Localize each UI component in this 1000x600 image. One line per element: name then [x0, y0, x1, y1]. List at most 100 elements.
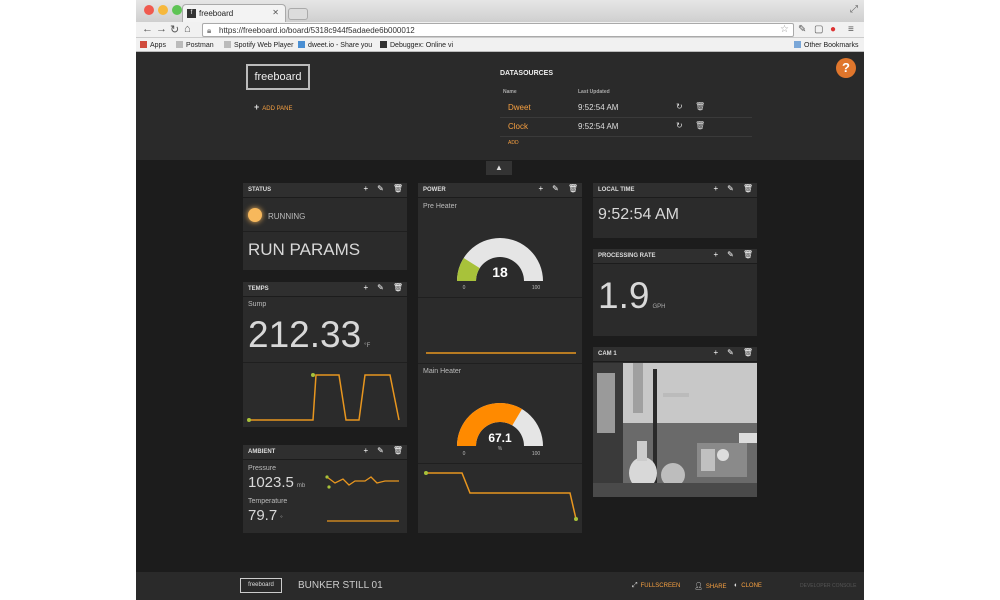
pane-temps: TEMPS + ✎ 🗑︎ Sump 212.33 °F [243, 282, 407, 427]
fullscreen-button[interactable]: ⤢ FULLSCREEN [632, 582, 680, 590]
wrench-icon[interactable]: ✎ [727, 184, 734, 193]
plus-icon[interactable]: + [363, 184, 368, 193]
menu-icon[interactable]: ≡ [848, 24, 854, 35]
sump-sparkline [247, 373, 400, 422]
new-tab-button[interactable] [288, 8, 308, 20]
footer-logo[interactable]: freeboard [240, 578, 282, 593]
trash-icon[interactable]: 🗑︎ [743, 184, 753, 193]
bookmark-dweet[interactable]: dweet.io - Share you [298, 41, 372, 49]
trash-icon[interactable]: 🗑︎ [393, 446, 403, 455]
trash-icon[interactable]: 🗑︎ [568, 184, 578, 193]
tab-title: freeboard [199, 9, 234, 18]
add-datasource-button[interactable]: ADD [508, 140, 519, 146]
other-bookmarks[interactable]: Other Bookmarks [794, 41, 858, 49]
datasources-col-name: Name [503, 89, 517, 95]
run-params-text: RUN PARAMS [248, 240, 361, 259]
sparkline-path [249, 374, 400, 421]
datasource-name-dweet[interactable]: Dweet [508, 103, 531, 112]
address-bar[interactable]: 🔒︎ https://freeboard.io/board/5318c944f5… [202, 23, 794, 37]
gauge-value: 18 [492, 264, 508, 280]
tab-freeboard[interactable]: f freeboard ✕ [182, 4, 286, 22]
pane-header: PROCESSING RATE + ✎ 🗑︎ [593, 249, 757, 264]
tab-bar: f freeboard ✕ ⤢ [136, 0, 864, 22]
trash-icon[interactable]: 🗑︎ [393, 283, 403, 292]
home-icon[interactable]: ⌂ [184, 23, 191, 35]
datasource-name-clock[interactable]: Clock [508, 122, 528, 131]
trash-icon[interactable]: 🗑︎ [743, 250, 753, 259]
divider [418, 363, 582, 364]
refresh-icon[interactable]: ↻ [676, 121, 683, 130]
pane-header: LOCAL TIME + ✎ 🗑︎ [593, 183, 757, 198]
plus-icon[interactable]: + [713, 184, 718, 193]
expand-icon: ⤢ [632, 582, 638, 589]
forward-icon[interactable]: → [156, 23, 167, 35]
wrench-icon[interactable]: ✎ [727, 348, 734, 357]
clone-button[interactable]: ◐ CLONE [734, 582, 762, 589]
trash-icon[interactable]: 🗑︎ [743, 348, 753, 357]
board-name: BUNKER STILL 01 [298, 580, 383, 591]
record-extension-icon[interactable]: ● [830, 24, 836, 35]
temperature-label: Temperature [248, 498, 288, 505]
screen-extension-icon[interactable]: ▢ [814, 24, 823, 35]
tab-close-icon[interactable]: ✕ [272, 8, 279, 17]
gauge-max: 100 [532, 451, 541, 457]
add-pane-button[interactable]: + ADD PANE [254, 102, 293, 112]
temperature-sparkline [327, 520, 399, 522]
wrench-icon[interactable]: ✎ [727, 250, 734, 259]
bookmark-apps[interactable]: Apps [140, 41, 166, 49]
bookmark-star-icon[interactable]: ☆ [780, 24, 789, 35]
main-heater-gauge: 67.1 % 0 100 [457, 403, 543, 457]
help-icon[interactable]: ? [836, 58, 856, 78]
status-indicator-label: RUNNING [268, 212, 306, 221]
back-icon[interactable]: ← [142, 23, 153, 35]
share-button[interactable]: 👤︎ SHARE [694, 582, 727, 590]
plus-icon[interactable]: + [538, 184, 543, 193]
pane-status: STATUS + ✎ 🗑︎ RUNNING RUN PARAMS [243, 183, 407, 270]
bookmark-postman[interactable]: Postman [176, 41, 214, 49]
trash-icon[interactable]: 🗑︎ [393, 184, 403, 193]
plus-icon[interactable]: + [713, 250, 718, 259]
pane-header: AMBIENT + ✎ 🗑︎ [243, 445, 407, 460]
datasources-col-updated: Last Updated [578, 89, 610, 95]
lock-icon: 🔒︎ [207, 26, 212, 35]
trash-icon[interactable]: 🗑︎ [695, 121, 705, 130]
maximize-window-button[interactable] [172, 5, 182, 15]
bookmark-debuggex[interactable]: Debuggex: Online vi [380, 41, 453, 49]
close-window-button[interactable] [144, 5, 154, 15]
sump-value: 212.33 °F [248, 314, 371, 355]
wrench-icon[interactable]: ✎ [377, 446, 384, 455]
temperature-value: 79.7 ° [248, 507, 283, 524]
gauge-min: 0 [463, 285, 466, 291]
plus-icon[interactable]: + [713, 348, 718, 357]
trash-icon[interactable]: 🗑︎ [695, 102, 705, 111]
pane-title: TEMPS [248, 286, 269, 292]
gauge-unit: % [498, 446, 503, 452]
debuggex-icon [380, 41, 387, 48]
sump-unit: °F [364, 343, 371, 349]
board-footer: freeboard BUNKER STILL 01 ⤢ FULLSCREEN 👤︎… [136, 572, 864, 600]
url-text: https://freeboard.io/board/5318c944f5ada… [219, 26, 415, 35]
wrench-icon[interactable]: ✎ [552, 184, 559, 193]
minimize-window-button[interactable] [158, 5, 168, 15]
wrench-icon[interactable]: ✎ [377, 184, 384, 193]
bookmark-spotify[interactable]: Spotify Web Player [224, 41, 293, 49]
pane-title: CAM 1 [598, 351, 617, 357]
pane-header: TEMPS + ✎ 🗑︎ [243, 282, 407, 297]
fullscreen-expand-icon[interactable]: ⤢ [850, 4, 858, 15]
gauge-value: 67.1 [488, 431, 512, 445]
developer-console-link[interactable]: DEVELOPER CONSOLE [800, 583, 856, 589]
refresh-icon[interactable]: ↻ [676, 102, 683, 111]
wrench-extension-icon[interactable]: ✎ [798, 24, 806, 35]
plus-icon[interactable]: + [363, 446, 368, 455]
wrench-icon[interactable]: ✎ [377, 283, 384, 292]
reload-icon[interactable]: ↻ [170, 23, 179, 36]
divider [418, 297, 582, 298]
freeboard-logo[interactable]: freeboard [246, 64, 310, 90]
collapse-header-button[interactable]: ▲ [486, 161, 512, 175]
sparkline-start-point [247, 418, 251, 422]
divider [500, 136, 752, 137]
plus-icon[interactable]: + [363, 283, 368, 292]
pane-title: STATUS [248, 187, 272, 193]
browser-window: f freeboard ✕ ⤢ ← → ↻ ⌂ 🔒︎ https://freeb… [136, 0, 864, 600]
pressure-sparkline [325, 475, 399, 489]
